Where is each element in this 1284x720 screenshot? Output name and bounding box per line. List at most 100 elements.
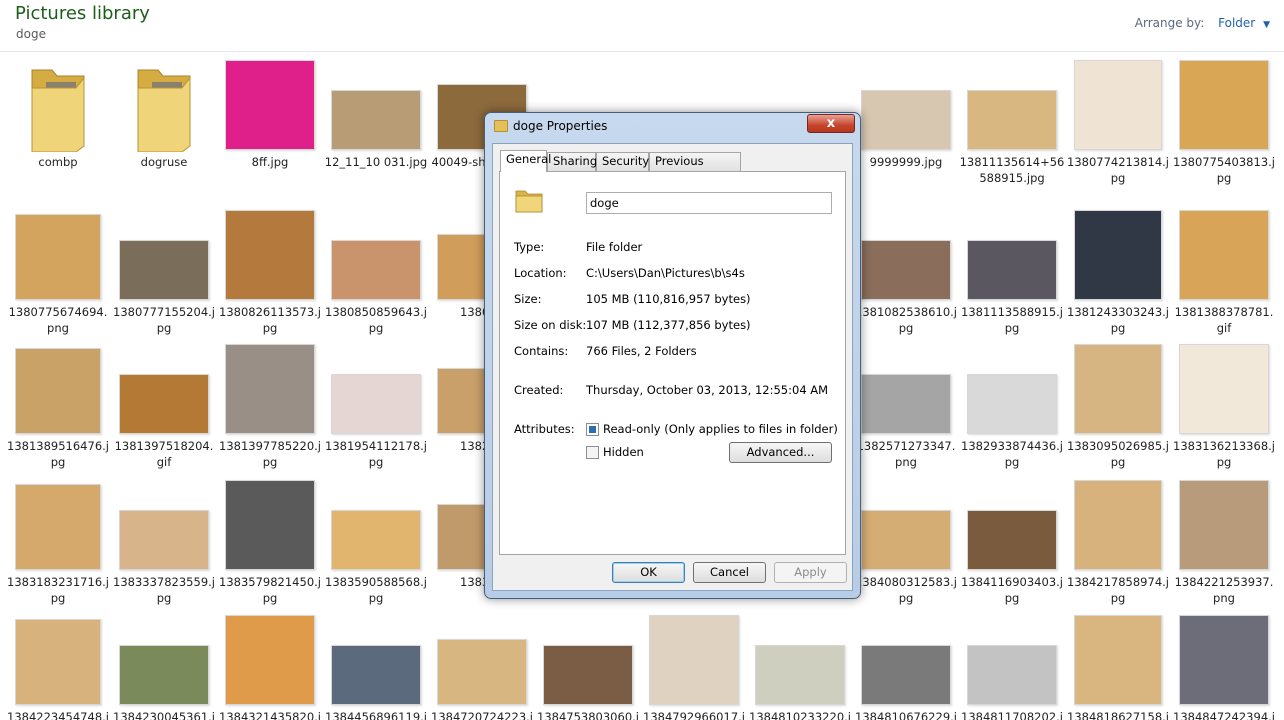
tab-previous-versions[interactable]: Previous Versions bbox=[649, 152, 741, 185]
thumbnail-image bbox=[1179, 60, 1269, 150]
file-item[interactable]: 1381397785220.jpg bbox=[217, 340, 323, 470]
thumbnail-image bbox=[861, 645, 951, 705]
thumbnail-image bbox=[437, 639, 527, 705]
folder-item[interactable]: dogruse bbox=[111, 56, 217, 186]
close-button[interactable]: x bbox=[807, 114, 855, 133]
thumbnail-image bbox=[1074, 615, 1162, 705]
file-item[interactable]: 1381389516476.jpg bbox=[5, 340, 111, 470]
file-name: combp bbox=[38, 155, 78, 169]
file-name: 1383590588568.jpg bbox=[325, 575, 427, 605]
file-item[interactable]: 1384847242394.jpg bbox=[1171, 611, 1277, 720]
thumbnail-image bbox=[225, 615, 315, 705]
readonly-label[interactable]: Read-only (Only applies to files in fold… bbox=[603, 422, 838, 436]
file-item[interactable]: 1380826113573.jpg bbox=[217, 206, 323, 336]
file-item[interactable]: 12_11_10 031.jpg bbox=[323, 56, 429, 186]
file-name: 1381388378781.gif bbox=[1174, 305, 1274, 335]
thumbnail-image bbox=[1179, 210, 1269, 300]
file-item[interactable]: 1383590588568.jpg bbox=[323, 476, 429, 606]
thumbnail-image bbox=[331, 645, 421, 705]
apply-button[interactable]: Apply bbox=[774, 562, 847, 583]
advanced-button[interactable]: Advanced... bbox=[729, 442, 832, 463]
file-item[interactable]: 1381397518204.gif bbox=[111, 340, 217, 470]
file-item[interactable]: 1384792966017.jpg bbox=[641, 611, 747, 720]
file-item[interactable]: 1384810233220.jpg bbox=[747, 611, 853, 720]
file-item[interactable]: 1384217858974.jpg bbox=[1065, 476, 1171, 606]
file-name: 1384847242394.jpg bbox=[1173, 710, 1275, 720]
file-item[interactable]: 1380850859643.jpg bbox=[323, 206, 429, 336]
tab-sharing[interactable]: Sharing bbox=[547, 152, 597, 171]
file-item[interactable]: 1384116903403.jpg bbox=[959, 476, 1065, 606]
file-item[interactable]: 1384810676229.jpg bbox=[853, 611, 959, 720]
tab-general[interactable]: General bbox=[500, 150, 551, 172]
file-name: 1384818627158.jpg bbox=[1067, 710, 1169, 720]
file-item[interactable]: 1384080312583.jpg bbox=[853, 476, 959, 606]
file-name: 1384223454748.jpg bbox=[7, 710, 109, 720]
readonly-checkbox[interactable] bbox=[586, 423, 599, 436]
arrange-label: Arrange by: bbox=[1134, 16, 1205, 30]
thumbnail-image bbox=[1074, 344, 1162, 434]
file-item[interactable]: 1384720724223.jpg bbox=[429, 611, 535, 720]
folder-icon bbox=[494, 120, 508, 132]
library-subtitle: doge bbox=[16, 27, 46, 41]
size-label: Size: bbox=[514, 292, 542, 306]
folder-name-input[interactable]: doge bbox=[586, 192, 832, 214]
file-item[interactable]: 1383337823559.jpg bbox=[111, 476, 217, 606]
file-name: 1384753803060.jpg bbox=[537, 710, 639, 720]
file-item[interactable]: 1382933874436.jpg bbox=[959, 340, 1065, 470]
file-item[interactable]: 1380774213814.jpg bbox=[1065, 56, 1171, 186]
file-name: 1383183231716.jpg bbox=[7, 575, 109, 605]
thumbnail-image bbox=[225, 344, 315, 434]
file-item[interactable]: 8ff.jpg bbox=[217, 56, 323, 186]
thumbnail-image bbox=[119, 510, 209, 570]
file-item[interactable]: 1384221253937.png bbox=[1171, 476, 1277, 606]
file-item[interactable]: 1382571273347.png bbox=[853, 340, 959, 470]
thumbnail-image bbox=[1074, 210, 1162, 300]
file-name: 1384221253937.png bbox=[1174, 575, 1274, 605]
thumbnail-image bbox=[755, 645, 845, 705]
file-item[interactable]: 13811135614+56588915.jpg bbox=[959, 56, 1065, 186]
arrange-by[interactable]: Arrange by: Folder ▼ bbox=[1135, 16, 1270, 30]
folder-icon bbox=[515, 190, 543, 213]
separator bbox=[513, 407, 832, 408]
file-item[interactable]: 1380777155204.jpg bbox=[111, 206, 217, 336]
created-label: Created: bbox=[514, 383, 564, 397]
file-item[interactable]: 1383183231716.jpg bbox=[5, 476, 111, 606]
file-name: 1381397785220.jpg bbox=[219, 439, 321, 469]
file-item[interactable]: 1381954112178.jpg bbox=[323, 340, 429, 470]
file-item[interactable]: 1381243303243.jpg bbox=[1065, 206, 1171, 336]
file-name: 1384811708202.jpg bbox=[961, 710, 1063, 720]
hidden-checkbox[interactable] bbox=[586, 446, 599, 459]
file-name: 1384810676229.jpg bbox=[855, 710, 957, 720]
file-item[interactable]: 1384811708202.jpg bbox=[959, 611, 1065, 720]
folder-icon bbox=[137, 69, 191, 152]
tab-security[interactable]: Security bbox=[596, 152, 649, 171]
file-item[interactable]: 1384753803060.jpg bbox=[535, 611, 641, 720]
thumbnail-image bbox=[15, 348, 101, 434]
separator bbox=[513, 227, 832, 228]
file-item[interactable]: 1384321435820.jpg bbox=[217, 611, 323, 720]
folder-item[interactable]: combp bbox=[5, 56, 111, 186]
file-item[interactable]: 1380775674694.png bbox=[5, 206, 111, 336]
ok-button[interactable]: OK bbox=[612, 562, 685, 583]
folder-icon bbox=[31, 69, 85, 152]
file-name: 1381397518204.gif bbox=[114, 439, 214, 469]
thumbnail-image bbox=[1179, 344, 1269, 434]
file-item[interactable]: 1381113588915.jpg bbox=[959, 206, 1065, 336]
arrange-value[interactable]: Folder bbox=[1218, 16, 1255, 30]
file-item[interactable]: 1384456896119.jpg bbox=[323, 611, 429, 720]
file-item[interactable]: 1381388378781.gif bbox=[1171, 206, 1277, 336]
file-item[interactable]: 1384818627158.jpg bbox=[1065, 611, 1171, 720]
file-item[interactable]: 1383136213368.jpg bbox=[1171, 340, 1277, 470]
size-value: 105 MB (110,816,957 bytes) bbox=[586, 292, 751, 306]
file-item[interactable]: 1384230045361.jpg bbox=[111, 611, 217, 720]
file-item[interactable]: 1383579821450.jpg bbox=[217, 476, 323, 606]
hidden-label[interactable]: Hidden bbox=[603, 445, 644, 459]
file-item[interactable]: 9999999.jpg bbox=[853, 56, 959, 186]
chevron-down-icon[interactable]: ▼ bbox=[1263, 20, 1270, 30]
contains-value: 766 Files, 2 Folders bbox=[586, 344, 697, 358]
file-item[interactable]: 1384223454748.jpg bbox=[5, 611, 111, 720]
cancel-button[interactable]: Cancel bbox=[693, 562, 766, 583]
file-item[interactable]: 1381082538610.jpg bbox=[853, 206, 959, 336]
file-item[interactable]: 1383095026985.jpg bbox=[1065, 340, 1171, 470]
file-item[interactable]: 1380775403813.jpg bbox=[1171, 56, 1277, 186]
